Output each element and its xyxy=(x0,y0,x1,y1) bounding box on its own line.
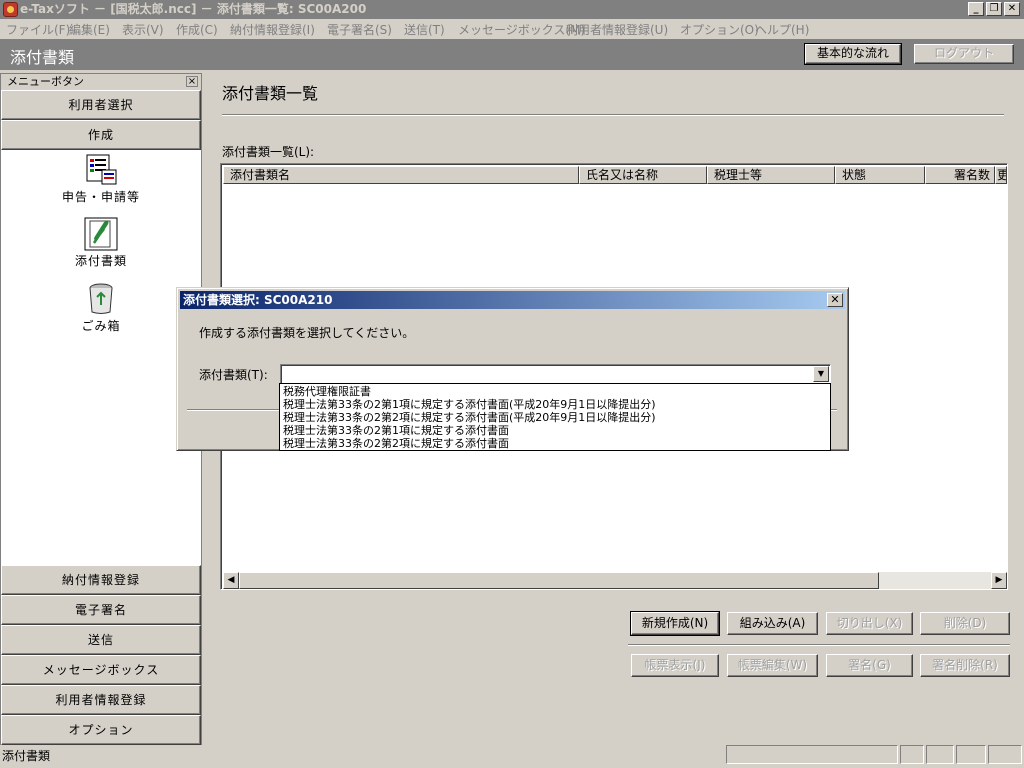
menu-options[interactable]: オプション(O) xyxy=(680,21,759,38)
report-icon xyxy=(86,154,117,185)
column-header-owner[interactable]: 氏名又は名称 xyxy=(579,166,707,184)
column-header-name[interactable]: 添付書類名 xyxy=(223,166,579,184)
column-header-tax-accountant[interactable]: 税理士等 xyxy=(707,166,835,184)
menu-create[interactable]: 作成(C) xyxy=(176,21,218,38)
window-titlebar: e-Taxソフト － [国税太郎.ncc] － 添付書類一覧: SC00A200… xyxy=(0,0,1024,19)
menu-payment[interactable]: 納付情報登録(I) xyxy=(230,21,315,38)
dropdown-option[interactable]: 税理士法第33条の2第1項に規定する添付書面 xyxy=(283,424,509,437)
app-icon xyxy=(3,2,18,17)
column-header-signature-count[interactable]: 署名数 xyxy=(925,166,995,184)
menu-send[interactable]: 送信(T) xyxy=(404,21,445,38)
menu-user-info[interactable]: 利用者情報登録(U) xyxy=(566,21,668,38)
delete-button[interactable]: 削除(D) xyxy=(920,612,1010,635)
nav-trash-label: ごみ箱 xyxy=(81,319,121,333)
scroll-left-icon[interactable]: ◀ xyxy=(223,572,239,589)
page-header: 添付書類 基本的な流れ ログアウト xyxy=(0,39,1024,70)
restore-button[interactable]: ❐ xyxy=(986,2,1002,16)
status-text: 添付書類 xyxy=(2,749,51,763)
menubar: ファイル(F) 編集(E) 表示(V) 作成(C) 納付情報登録(I) 電子署名… xyxy=(0,19,1024,39)
dropdown-option[interactable]: 税理士法第33条の2第2項に規定する添付書面(平成20年9月1日以降提出分) xyxy=(283,411,656,424)
menu-close-button[interactable]: × xyxy=(186,76,198,87)
horizontal-scrollbar[interactable]: ◀ ▶ xyxy=(223,572,1007,589)
divider xyxy=(222,114,1004,116)
scroll-right-icon[interactable]: ▶ xyxy=(991,572,1007,589)
window-title: e-Taxソフト － [国税太郎.ncc] － 添付書類一覧: SC00A200 xyxy=(20,2,367,16)
menu-signature[interactable]: 電子署名(S) xyxy=(327,21,392,38)
signature-delete-button[interactable]: 署名削除(R) xyxy=(920,654,1010,677)
minimize-button[interactable]: _ xyxy=(968,2,984,16)
nav-report-item[interactable] xyxy=(1,154,201,189)
attachment-type-dropdown-list[interactable]: 税務代理権限証書 税理士法第33条の2第1項に規定する添付書面(平成20年9月1… xyxy=(279,383,831,451)
menu-caption: メニューボタン × xyxy=(1,74,201,90)
import-button[interactable]: 組み込み(A) xyxy=(727,612,818,635)
form-display-button[interactable]: 帳票表示(J) xyxy=(631,654,719,677)
nav-report-label: 申告・申請等 xyxy=(61,190,140,204)
menu-help[interactable]: ヘルプ(H) xyxy=(755,21,809,38)
nav-payment-button[interactable]: 納付情報登録 xyxy=(1,565,201,595)
status-cell xyxy=(900,745,924,764)
dropdown-option[interactable]: 税務代理権限証書 xyxy=(283,385,371,398)
dialog-title: 添付書類選択: SC00A210 xyxy=(183,293,333,307)
menu-file[interactable]: ファイル(F) xyxy=(6,21,70,38)
status-cell xyxy=(726,745,898,764)
status-cell xyxy=(926,745,954,764)
menu-edit[interactable]: 編集(E) xyxy=(69,21,110,38)
status-cell xyxy=(956,745,986,764)
new-create-button[interactable]: 新規作成(N) xyxy=(630,611,720,636)
dropdown-option[interactable]: 税理士法第33条の2第1項に規定する添付書面(平成20年9月1日以降提出分) xyxy=(283,398,656,411)
dialog-message: 作成する添付書類を選択してください。 xyxy=(199,326,415,340)
status-cell xyxy=(988,745,1022,764)
close-button[interactable]: ✕ xyxy=(1004,2,1020,16)
statusbar: 添付書類 xyxy=(0,745,1024,768)
form-edit-button[interactable]: 帳票編集(W) xyxy=(727,654,818,677)
left-menu-panel: メニューボタン × 利用者選択 作成 申告・申請等 添付書類 ごみ箱 納付情報登… xyxy=(0,73,202,745)
nav-send-button[interactable]: 送信 xyxy=(1,625,201,655)
nav-create-button[interactable]: 作成 xyxy=(1,120,201,150)
section-title: 添付書類一覧 xyxy=(222,84,319,103)
dialog-titlebar: 添付書類選択: SC00A210 ✕ xyxy=(180,291,845,309)
dialog-close-button[interactable]: ✕ xyxy=(827,293,843,307)
nav-trash-item[interactable] xyxy=(1,283,201,318)
column-header-updated[interactable]: 更 xyxy=(995,166,1007,184)
scroll-thumb[interactable] xyxy=(239,572,879,589)
nav-user-info-button[interactable]: 利用者情報登録 xyxy=(1,685,201,715)
nav-options-button[interactable]: オプション xyxy=(1,715,201,745)
nav-messagebox-button[interactable]: メッセージボックス xyxy=(1,655,201,685)
sign-button[interactable]: 署名(G) xyxy=(826,654,913,677)
divider xyxy=(628,644,1010,646)
attachment-type-label: 添付書類(T): xyxy=(199,368,268,382)
nav-attachment-label: 添付書類 xyxy=(74,254,127,268)
nav-user-select-button[interactable]: 利用者選択 xyxy=(1,90,201,120)
page-title: 添付書類 xyxy=(10,48,75,67)
attachment-type-combobox[interactable]: ▼ xyxy=(280,364,831,384)
basic-flow-button[interactable]: 基本的な流れ xyxy=(804,43,902,65)
list-label: 添付書類一覧(L): xyxy=(222,145,315,159)
attachment-icon xyxy=(84,217,118,251)
nav-signature-button[interactable]: 電子署名 xyxy=(1,595,201,625)
dropdown-option[interactable]: 税理士法第33条の2第2項に規定する添付書面 xyxy=(283,437,509,450)
trash-icon xyxy=(89,283,113,314)
column-header-status[interactable]: 状態 xyxy=(835,166,925,184)
nav-attachment-item[interactable] xyxy=(1,217,201,254)
chevron-down-icon[interactable]: ▼ xyxy=(813,366,829,382)
menu-view[interactable]: 表示(V) xyxy=(122,21,164,38)
logout-button[interactable]: ログアウト xyxy=(914,44,1014,64)
export-button[interactable]: 切り出し(X) xyxy=(826,612,913,635)
menu-caption-label: メニューボタン xyxy=(7,75,84,88)
